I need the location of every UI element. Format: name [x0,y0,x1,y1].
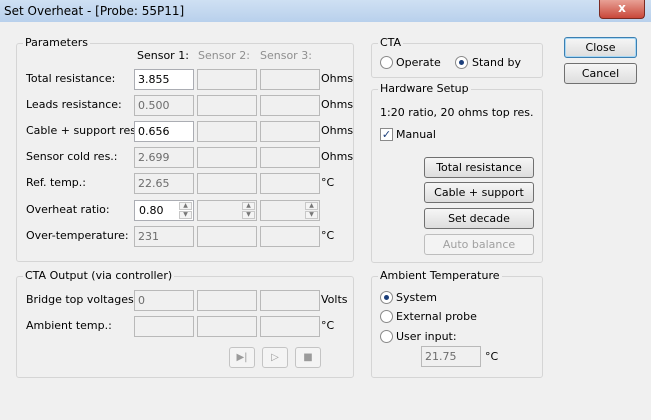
bridge-top-voltages-s3-input [260,290,320,311]
ambient-temp-s3-input [260,316,320,337]
standby-label[interactable]: Stand by [472,56,521,69]
cable-support-res-s2-input [197,121,257,142]
sensor-cold-res-s3-input [260,147,320,168]
manual-label[interactable]: Manual [396,128,436,141]
total-resistance-button[interactable]: Total resistance [424,157,534,178]
cable-support-res-s1-input[interactable]: 0.656 [134,121,194,142]
ref-temp-s3-input [260,173,320,194]
over-temperature-unit: °C [321,229,335,242]
hardware-info-text: 1:20 ratio, 20 ohms top res. [380,106,534,119]
spin-down-icon: ▼ [242,211,255,219]
sensor-1-header: Sensor 1: [137,49,189,62]
user-input-label[interactable]: User input: [396,330,457,343]
step-icon[interactable]: ▶| [229,347,255,368]
window-title: Set Overheat - [Probe: 55P11] [4,4,185,18]
system-radio[interactable] [380,291,393,304]
leads-resistance-s2-input [197,95,257,116]
over-temperature-s2-input [197,226,257,247]
sensor-3-header: Sensor 3: [260,49,312,62]
total-resistance-s3-input [260,69,320,90]
over-temperature-s1-input: 231 [134,226,194,247]
ref-temp-s1-input: 22.65 [134,173,194,194]
spin-up-icon: ▲ [305,202,318,210]
system-label[interactable]: System [396,291,437,304]
cable-support-res-unit: Ohms [321,124,354,137]
overheat-ratio-label: Overheat ratio: [26,203,110,216]
overheat-ratio-s2-spinner: ▲ ▼ [197,200,257,221]
parameters-legend: Parameters [23,36,90,49]
operate-label[interactable]: Operate [396,56,441,69]
bridge-top-voltages-s2-input [197,290,257,311]
spin-up-icon[interactable]: ▲ [179,202,192,210]
operate-radio[interactable] [380,56,393,69]
sensor-2-header: Sensor 2: [198,49,250,62]
auto-balance-button: Auto balance [424,234,534,255]
bridge-top-voltages-unit: Volts [321,293,348,306]
standby-radio[interactable] [455,56,468,69]
ref-temp-unit: °C [321,176,335,189]
manual-checkbox[interactable]: ✓ [380,128,393,141]
sensor-cold-res-s2-input [197,147,257,168]
over-temperature-label: Over-temperature: [26,229,129,242]
sensor-cold-res-unit: Ohms [321,150,354,163]
cancel-button[interactable]: Cancel [564,63,637,84]
stop-icon[interactable]: ■ [295,347,321,368]
external-probe-label[interactable]: External probe [396,310,477,323]
cta-output-legend: CTA Output (via controller) [23,269,175,282]
external-probe-radio[interactable] [380,310,393,323]
window-close-button[interactable]: x [599,0,645,19]
leads-resistance-unit: Ohms [321,98,354,111]
leads-resistance-label: Leads resistance: [26,98,122,111]
cable-support-res-s3-input [260,121,320,142]
user-input-radio[interactable] [380,330,393,343]
total-resistance-label: Total resistance: [26,72,116,85]
over-temperature-s3-input [260,226,320,247]
user-input-value-field: 21.75 [421,346,481,367]
hardware-setup-legend: Hardware Setup [378,82,471,95]
bridge-top-voltages-label: Bridge top voltages: [26,293,138,306]
set-decade-button[interactable]: Set decade [424,208,534,229]
ambient-temp-s1-input [134,316,194,337]
cable-support-res-label: Cable + support res.: [26,124,144,137]
leads-resistance-s1-input: 0.500 [134,95,194,116]
user-input-unit: °C [485,350,499,363]
total-resistance-s2-input [197,69,257,90]
spin-down-icon[interactable]: ▼ [179,211,192,219]
play-icon[interactable]: ▷ [262,347,288,368]
overheat-ratio-s3-spinner: ▲ ▼ [260,200,320,221]
ambient-temp-label: Ambient temp.: [26,319,112,332]
spin-up-icon: ▲ [242,202,255,210]
title-bar: Set Overheat - [Probe: 55P11] x [0,0,651,22]
overheat-ratio-s1-spinner[interactable]: 0.80 ▲ ▼ [134,200,194,221]
ref-temp-s2-input [197,173,257,194]
total-resistance-s1-input[interactable]: 3.855 [134,69,194,90]
ambient-temperature-legend: Ambient Temperature [378,269,502,282]
sensor-cold-res-label: Sensor cold res.: [26,150,118,163]
sensor-cold-res-s1-input: 2.699 [134,147,194,168]
set-overheat-dialog: Set Overheat - [Probe: 55P11] x Paramete… [0,0,651,420]
ambient-temp-s2-input [197,316,257,337]
ref-temp-label: Ref. temp.: [26,176,86,189]
spin-down-icon: ▼ [305,211,318,219]
cable-support-button[interactable]: Cable + support [424,182,534,203]
leads-resistance-s3-input [260,95,320,116]
ambient-temp-unit: °C [321,319,335,332]
close-button[interactable]: Close [564,37,637,58]
bridge-top-voltages-s1-input: 0 [134,290,194,311]
overheat-ratio-s1-value: 0.80 [139,204,164,217]
total-resistance-unit: Ohms [321,72,354,85]
cta-legend: CTA [378,36,404,49]
